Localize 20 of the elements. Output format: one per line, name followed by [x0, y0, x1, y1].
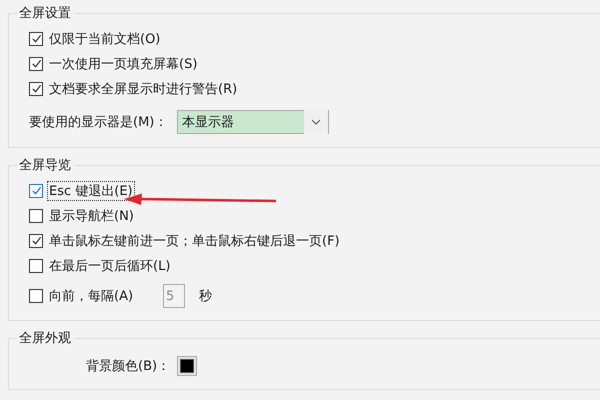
checkbox-label[interactable]: 仅限于当前文档(O): [47, 28, 162, 48]
checkbox-label[interactable]: 在最后一页后循环(L): [47, 256, 172, 276]
checkbox[interactable]: [29, 32, 43, 46]
checkbox[interactable]: [29, 82, 43, 96]
field-label: 背景颜色(B)：: [86, 358, 172, 375]
group-title: 全屏外观: [18, 330, 72, 347]
checkbox-label[interactable]: 单击鼠标左键前进一页；单击鼠标右键后退一页(F): [47, 230, 342, 250]
checkbox[interactable]: [29, 234, 43, 248]
unit-label: 秒: [199, 288, 212, 305]
checkbox[interactable]: [29, 258, 43, 272]
group-title: 全屏设置: [18, 5, 72, 22]
checkbox[interactable]: [29, 208, 43, 222]
checkbox-label[interactable]: 显示导航栏(N): [47, 206, 136, 226]
monitor-dropdown[interactable]: 本显示器: [177, 110, 329, 134]
group-title: 全屏导览: [18, 157, 72, 174]
checkbox-label[interactable]: 文档要求全屏显示时进行警告(R): [47, 78, 240, 98]
checkbox[interactable]: [29, 184, 43, 198]
checkbox-label[interactable]: 一次使用一页填充屏幕(S): [47, 54, 200, 74]
checkbox[interactable]: [29, 56, 43, 70]
field-label: 要使用的显示器是(M)：: [29, 114, 168, 131]
